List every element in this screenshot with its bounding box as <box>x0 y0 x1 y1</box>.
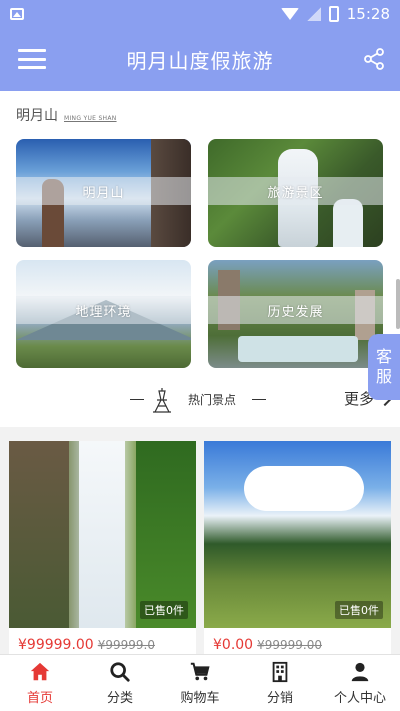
sold-badge: 已售0件 <box>140 601 188 619</box>
sold-badge: 已售0件 <box>335 601 383 619</box>
product-old-price: ¥99999.00 <box>257 638 322 652</box>
category-label: 地理环境 <box>75 304 132 320</box>
search-icon <box>110 661 130 682</box>
app-title: 明月山度假旅游 <box>126 48 274 73</box>
status-bar: 15:28 <box>0 0 400 27</box>
menu-icon[interactable] <box>18 49 46 69</box>
image-notification-icon <box>10 7 24 20</box>
category-tile-geography[interactable]: 地理环境 <box>16 260 191 368</box>
product-list: 已售0件 ¥99999.00 ¥99999.0 已售0件 ¥0.00 ¥9999… <box>0 431 400 654</box>
category-label: 明月山 <box>82 185 125 201</box>
nav-profile[interactable]: 个人中心 <box>320 655 400 711</box>
category-label: 旅游景区 <box>267 185 324 201</box>
nav-label: 个人中心 <box>333 690 386 706</box>
signal-icon <box>306 6 321 21</box>
status-time: 15:28 <box>346 4 390 23</box>
nav-label: 分销 <box>266 690 293 706</box>
product-price: ¥0.00 <box>213 637 254 653</box>
home-icon <box>30 662 50 680</box>
service-label-1: 客 <box>375 347 392 366</box>
category-label: 历史发展 <box>267 304 324 320</box>
hot-spots-header: 热门景点 更多 <box>0 387 400 413</box>
battery-icon <box>328 5 339 22</box>
category-section: 明月山 MING YUE SHAN 明月山 旅游景区 地理环境 历史发展 热门景… <box>0 91 400 427</box>
bottom-nav: 首页 分类 购物车 分销 个人中心 <box>0 654 400 711</box>
main-content[interactable]: 明月山 MING YUE SHAN 明月山 旅游景区 地理环境 历史发展 热门景… <box>0 91 400 654</box>
nav-label: 首页 <box>26 690 53 706</box>
nav-category[interactable]: 分类 <box>80 655 160 711</box>
product-card[interactable]: 已售0件 ¥0.00 ¥99999.00 <box>204 441 391 654</box>
product-old-price: ¥99999.0 <box>97 638 155 652</box>
category-tile-scenic-area[interactable]: 旅游景区 <box>208 139 383 247</box>
nav-cart[interactable]: 购物车 <box>160 655 240 711</box>
tower-icon <box>153 388 171 413</box>
category-tile-history[interactable]: 历史发展 <box>208 260 383 368</box>
nav-distribution[interactable]: 分销 <box>240 655 320 711</box>
nav-label: 购物车 <box>180 690 220 706</box>
user-icon <box>351 662 369 681</box>
share-icon[interactable] <box>362 47 386 71</box>
customer-service-button[interactable]: 客 服 <box>368 334 400 400</box>
product-card[interactable]: 已售0件 ¥99999.00 ¥99999.0 <box>9 441 196 654</box>
category-tile-mingyueshan[interactable]: 明月山 <box>16 139 191 247</box>
wifi-icon <box>280 7 299 20</box>
product-image <box>9 441 196 628</box>
product-image <box>204 441 391 628</box>
hot-spots-label: 热门景点 <box>188 393 237 407</box>
brand: 明月山 MING YUE SHAN <box>16 105 117 125</box>
nav-home[interactable]: 首页 <box>0 655 80 711</box>
product-price: ¥99999.00 <box>18 637 94 653</box>
status-right: 15:28 <box>280 4 390 23</box>
building-icon <box>272 661 288 682</box>
app-header: 明月山度假旅游 <box>0 27 400 91</box>
service-label-2: 服 <box>375 367 392 386</box>
brand-name: 明月山 <box>16 108 58 124</box>
nav-label: 分类 <box>106 690 133 706</box>
brand-name-en: MING YUE SHAN <box>64 115 117 122</box>
cart-icon <box>190 662 210 680</box>
scroll-handle[interactable] <box>396 279 400 329</box>
